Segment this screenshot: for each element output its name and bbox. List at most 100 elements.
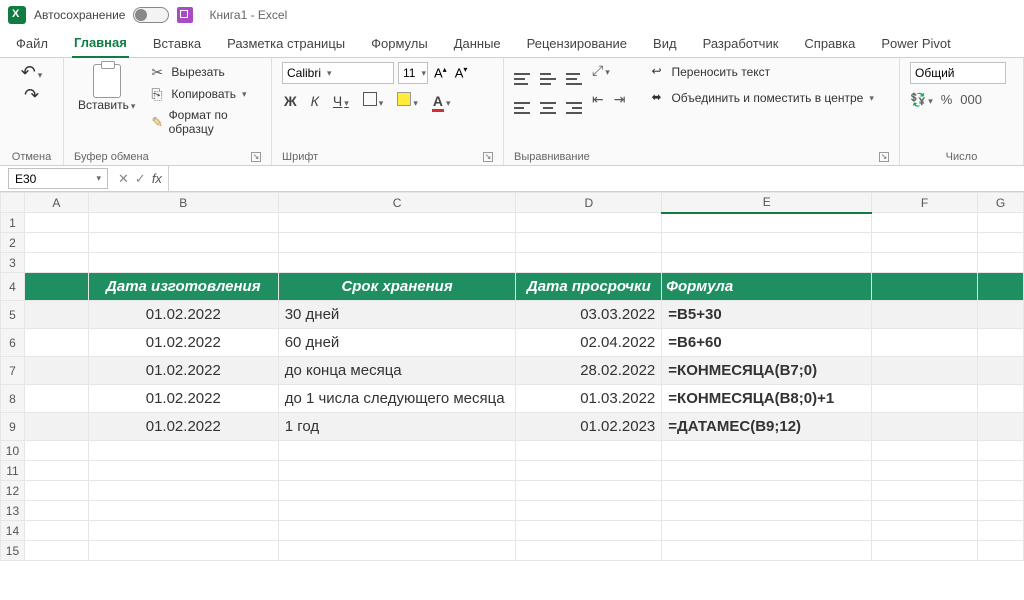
cell[interactable]: Дата просрочки: [516, 273, 662, 301]
cell[interactable]: [516, 481, 662, 501]
alignment-dialog-launcher[interactable]: ↘: [879, 152, 889, 162]
tab-insert[interactable]: Вставка: [151, 32, 203, 57]
cell[interactable]: Дата изготовления: [88, 273, 278, 301]
cell[interactable]: [978, 521, 1024, 541]
cell[interactable]: [278, 541, 516, 561]
decrease-font-button[interactable]: A▾: [453, 65, 470, 80]
cell[interactable]: 30 дней: [278, 301, 516, 329]
cell[interactable]: [24, 233, 88, 253]
cell[interactable]: [662, 253, 872, 273]
cell[interactable]: [872, 481, 978, 501]
cell[interactable]: [278, 461, 516, 481]
worksheet-grid[interactable]: A B C D E F G 1234Дата изготовленияСрок …: [0, 192, 1024, 600]
tab-view[interactable]: Вид: [651, 32, 679, 57]
cell[interactable]: 1 год: [278, 413, 516, 441]
merge-center-button[interactable]: ⬌Объединить и поместить в центре▾: [647, 88, 877, 108]
accounting-format-button[interactable]: 💱▾: [910, 92, 933, 108]
cell[interactable]: [24, 329, 88, 357]
font-name-combo[interactable]: Calibri▾: [282, 62, 394, 84]
cell[interactable]: [278, 253, 516, 273]
undo-button[interactable]: ↶▾: [15, 62, 49, 83]
font-dialog-launcher[interactable]: ↘: [483, 152, 493, 162]
underline-button[interactable]: Ч▾: [331, 93, 351, 109]
font-size-combo[interactable]: 11▾: [398, 62, 428, 84]
row-header-7[interactable]: 7: [1, 357, 25, 385]
cell[interactable]: [662, 501, 872, 521]
format-painter-button[interactable]: ✎Формат по образцу: [147, 106, 261, 138]
cell[interactable]: =КОНМЕСЯЦА(B7;0): [662, 357, 872, 385]
cell[interactable]: [88, 541, 278, 561]
cell[interactable]: [516, 233, 662, 253]
cell[interactable]: [872, 253, 978, 273]
cell[interactable]: =КОНМЕСЯЦА(B8;0)+1: [662, 385, 872, 413]
cell[interactable]: [24, 481, 88, 501]
cell[interactable]: [516, 501, 662, 521]
cell[interactable]: [88, 441, 278, 461]
row-header-1[interactable]: 1: [1, 213, 25, 233]
cell[interactable]: [978, 233, 1024, 253]
cell[interactable]: 01.03.2022: [516, 385, 662, 413]
cell[interactable]: до 1 числа следующего месяца: [278, 385, 516, 413]
cell[interactable]: [88, 253, 278, 273]
cell[interactable]: [872, 301, 978, 329]
row-header-3[interactable]: 3: [1, 253, 25, 273]
row-header-8[interactable]: 8: [1, 385, 25, 413]
cell[interactable]: [872, 413, 978, 441]
formula-input[interactable]: [169, 166, 1024, 191]
cell[interactable]: 03.03.2022: [516, 301, 662, 329]
cell[interactable]: [88, 213, 278, 233]
row-header-13[interactable]: 13: [1, 501, 25, 521]
cell[interactable]: [872, 273, 978, 301]
col-header-G[interactable]: G: [978, 193, 1024, 213]
cell[interactable]: [24, 301, 88, 329]
cell[interactable]: [978, 253, 1024, 273]
cell[interactable]: =B5+30: [662, 301, 872, 329]
align-center-button[interactable]: [540, 91, 556, 114]
cell[interactable]: [88, 481, 278, 501]
align-left-button[interactable]: [514, 91, 530, 114]
tab-help[interactable]: Справка: [802, 32, 857, 57]
cell[interactable]: [24, 253, 88, 273]
cell[interactable]: [24, 357, 88, 385]
cell[interactable]: [662, 233, 872, 253]
font-color-button[interactable]: A▾: [430, 93, 453, 109]
increase-font-button[interactable]: A▴: [432, 65, 449, 80]
col-header-E[interactable]: E: [662, 193, 872, 213]
cell[interactable]: [872, 385, 978, 413]
cell[interactable]: 60 дней: [278, 329, 516, 357]
cell[interactable]: [516, 541, 662, 561]
fill-color-button[interactable]: ▾: [395, 92, 420, 109]
cell[interactable]: [978, 329, 1024, 357]
cell[interactable]: [278, 481, 516, 501]
cell[interactable]: [978, 301, 1024, 329]
enter-formula-icon[interactable]: ✓: [135, 171, 146, 187]
name-box[interactable]: E30▾: [8, 168, 108, 189]
tab-power-pivot[interactable]: Power Pivot: [879, 32, 952, 57]
cell[interactable]: [516, 521, 662, 541]
cell[interactable]: [516, 213, 662, 233]
tab-data[interactable]: Данные: [452, 32, 503, 57]
col-header-F[interactable]: F: [872, 193, 978, 213]
row-header-6[interactable]: 6: [1, 329, 25, 357]
cell[interactable]: [978, 357, 1024, 385]
bold-button[interactable]: Ж: [282, 93, 299, 109]
cell[interactable]: 01.02.2022: [88, 357, 278, 385]
paste-button[interactable]: Вставить▾: [74, 62, 139, 114]
cell[interactable]: [24, 461, 88, 481]
cell[interactable]: [24, 541, 88, 561]
cell[interactable]: [978, 541, 1024, 561]
cell[interactable]: [872, 501, 978, 521]
copy-button[interactable]: ⎘Копировать▾: [147, 84, 261, 104]
cell[interactable]: 28.02.2022: [516, 357, 662, 385]
cell[interactable]: [24, 521, 88, 541]
align-bottom-button[interactable]: [566, 62, 582, 85]
select-all-corner[interactable]: [1, 193, 25, 213]
cell[interactable]: 02.04.2022: [516, 329, 662, 357]
tab-review[interactable]: Рецензирование: [525, 32, 629, 57]
redo-button[interactable]: ↷: [18, 85, 45, 106]
cell[interactable]: [978, 213, 1024, 233]
tab-page-layout[interactable]: Разметка страницы: [225, 32, 347, 57]
cell[interactable]: [978, 461, 1024, 481]
row-header-11[interactable]: 11: [1, 461, 25, 481]
row-header-12[interactable]: 12: [1, 481, 25, 501]
